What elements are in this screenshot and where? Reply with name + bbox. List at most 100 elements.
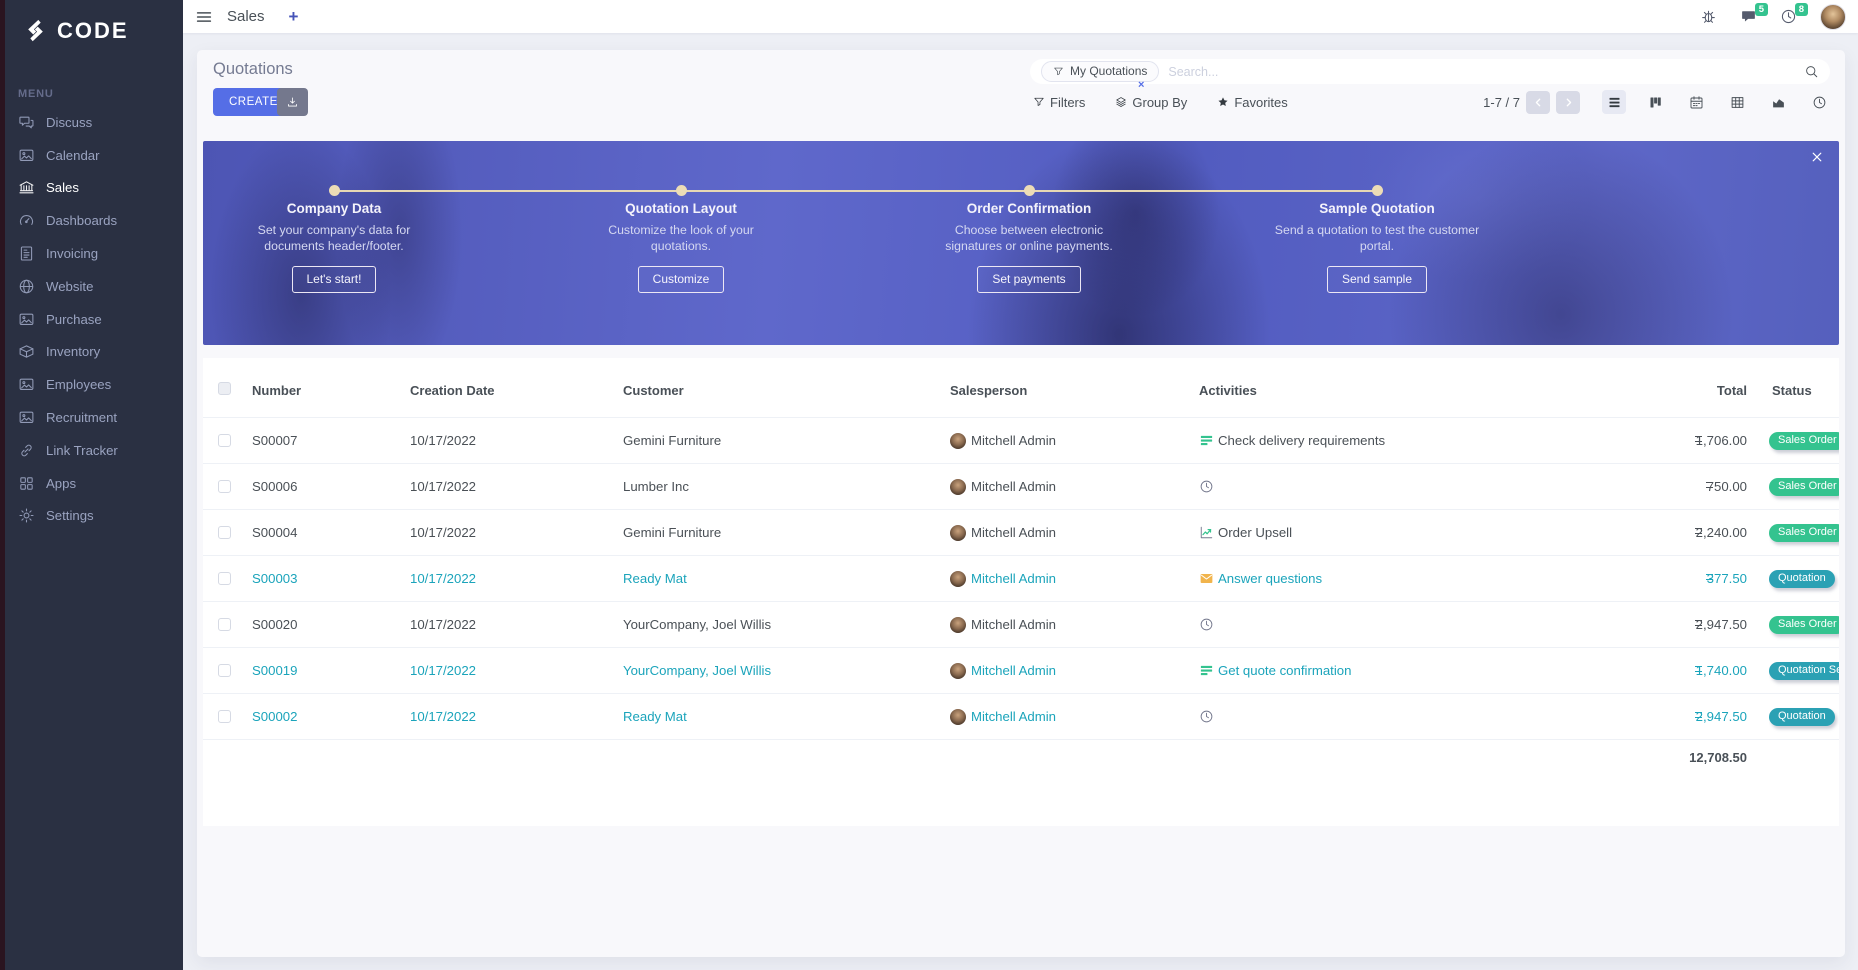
row-salesperson: Mitchell Admin bbox=[950, 464, 1056, 509]
table-row[interactable]: S00003 10/17/2022 Ready Mat Mitchell Adm… bbox=[203, 556, 1839, 602]
favorites-button[interactable]: Favorites bbox=[1217, 95, 1287, 110]
filters-button[interactable]: Filters bbox=[1033, 95, 1085, 110]
pivot-view-button[interactable] bbox=[1725, 90, 1749, 114]
search-bar[interactable]: My Quotations × Search... bbox=[1030, 59, 1830, 84]
hamburger-menu-icon[interactable] bbox=[195, 8, 213, 26]
table-row[interactable]: S00007 10/17/2022 Gemini Furniture Mitch… bbox=[203, 418, 1839, 464]
row-activity[interactable]: Order Upsell bbox=[1199, 510, 1292, 555]
sidebar-item-invoicing[interactable]: Invoicing bbox=[0, 237, 183, 270]
row-activity[interactable] bbox=[1199, 464, 1218, 509]
row-activity[interactable] bbox=[1199, 694, 1218, 739]
upsell-activity-icon bbox=[1199, 525, 1214, 540]
table-row[interactable]: S00004 10/17/2022 Gemini Furniture Mitch… bbox=[203, 510, 1839, 556]
sales-icon bbox=[18, 179, 35, 196]
clock-activity-icon bbox=[1199, 709, 1214, 724]
table-row[interactable]: S00019 10/17/2022 YourCompany, Joel Will… bbox=[203, 648, 1839, 694]
step-title: Sample Quotation bbox=[1255, 201, 1499, 216]
col-header-customer[interactable]: Customer bbox=[623, 383, 684, 398]
link-tracker-icon bbox=[18, 442, 35, 459]
messages-button[interactable]: 5 bbox=[1740, 8, 1757, 25]
activity-view-button[interactable] bbox=[1807, 90, 1831, 114]
row-total: 2,947.50 bbox=[1587, 617, 1747, 632]
row-checkbox[interactable] bbox=[218, 526, 231, 539]
export-button[interactable] bbox=[277, 88, 308, 116]
sidebar-item-label: Inventory bbox=[46, 344, 100, 359]
step-action-button[interactable]: Customize bbox=[638, 266, 725, 293]
debug-bug-icon[interactable] bbox=[1700, 8, 1717, 25]
row-creation-date: 10/17/2022 bbox=[410, 525, 476, 540]
kanban-view-button[interactable] bbox=[1643, 90, 1667, 114]
col-header-status[interactable]: Status bbox=[1772, 383, 1812, 398]
step-action-button[interactable]: Let's start! bbox=[292, 266, 377, 293]
sidebar-item-employees[interactable]: Employees bbox=[0, 368, 183, 401]
sidebar-item-sales[interactable]: Sales bbox=[0, 172, 183, 205]
activities-button[interactable]: 8 bbox=[1780, 8, 1797, 25]
search-icon[interactable] bbox=[1804, 64, 1819, 79]
inventory-icon bbox=[18, 343, 35, 360]
timeline-dot bbox=[329, 185, 340, 196]
sidebar-item-label: Website bbox=[46, 279, 93, 294]
row-activity[interactable]: Answer questions bbox=[1199, 556, 1322, 601]
sidebar-item-link-tracker[interactable]: Link Tracker bbox=[0, 434, 183, 467]
table-row[interactable]: S00002 10/17/2022 Ready Mat Mitchell Adm… bbox=[203, 694, 1839, 740]
search-facet-chip[interactable]: My Quotations × bbox=[1041, 61, 1159, 82]
clock-activity-icon bbox=[1199, 617, 1214, 632]
group-by-button[interactable]: Group By bbox=[1115, 95, 1187, 110]
sidebar-item-purchase[interactable]: Purchase bbox=[0, 303, 183, 336]
user-avatar[interactable] bbox=[1820, 4, 1846, 30]
col-header-activities[interactable]: Activities bbox=[1199, 383, 1257, 398]
sidebar-item-settings[interactable]: Settings bbox=[0, 500, 183, 533]
row-checkbox[interactable] bbox=[218, 480, 231, 493]
sidebar-item-discuss[interactable]: Discuss bbox=[0, 106, 183, 139]
sidebar-item-apps[interactable]: Apps bbox=[0, 467, 183, 500]
row-checkbox[interactable] bbox=[218, 664, 231, 677]
row-creation-date: 10/17/2022 bbox=[410, 571, 476, 586]
table-row[interactable]: S00020 10/17/2022 YourCompany, Joel Will… bbox=[203, 602, 1839, 648]
new-tab-button[interactable]: + bbox=[289, 8, 299, 25]
table-row[interactable]: S00006 10/17/2022 Lumber Inc Mitchell Ad… bbox=[203, 464, 1839, 510]
timeline-dot bbox=[1372, 185, 1383, 196]
facet-label: My Quotations bbox=[1070, 64, 1147, 78]
salesperson-avatar bbox=[950, 663, 966, 679]
calendar-view-button[interactable] bbox=[1684, 90, 1708, 114]
status-badge: Sales Order bbox=[1769, 478, 1839, 496]
row-status: Sales Order bbox=[1769, 523, 1839, 549]
step-description: Set your company's data for documents he… bbox=[231, 223, 437, 255]
col-header-total[interactable]: Total bbox=[1587, 383, 1747, 398]
row-checkbox[interactable] bbox=[218, 572, 231, 585]
banner-close-icon[interactable] bbox=[1810, 150, 1824, 164]
row-activity[interactable]: Check delivery requirements bbox=[1199, 418, 1385, 463]
row-checkbox[interactable] bbox=[218, 618, 231, 631]
sidebar-item-inventory[interactable]: Inventory bbox=[0, 336, 183, 369]
app-logo[interactable]: CODE bbox=[22, 17, 129, 44]
filter-funnel-icon bbox=[1053, 66, 1064, 77]
sidebar-item-label: Sales bbox=[46, 180, 79, 195]
col-header-creation-date[interactable]: Creation Date bbox=[410, 383, 495, 398]
pagination-next-button[interactable] bbox=[1556, 91, 1580, 114]
select-all-checkbox[interactable] bbox=[218, 382, 231, 395]
onboarding-step: Sample Quotation Send a quotation to tes… bbox=[1255, 201, 1499, 293]
activities-count-badge: 8 bbox=[1795, 3, 1808, 16]
col-header-number[interactable]: Number bbox=[252, 383, 301, 398]
step-action-button[interactable]: Set payments bbox=[977, 266, 1080, 293]
row-customer: YourCompany, Joel Willis bbox=[623, 617, 771, 632]
pagination-prev-button[interactable] bbox=[1526, 91, 1550, 114]
sidebar-item-calendar[interactable]: Calendar bbox=[0, 139, 183, 172]
list-view-button[interactable] bbox=[1602, 90, 1626, 114]
sidebar-item-label: Purchase bbox=[46, 312, 102, 327]
timeline-dot bbox=[676, 185, 687, 196]
sidebar-item-recruitment[interactable]: Recruitment bbox=[0, 401, 183, 434]
sidebar-item-website[interactable]: Website bbox=[0, 270, 183, 303]
row-activity[interactable] bbox=[1199, 602, 1218, 647]
row-checkbox[interactable] bbox=[218, 434, 231, 447]
topbar-app-title[interactable]: Sales bbox=[227, 8, 265, 25]
footer-total: 12,708.50 bbox=[1587, 750, 1747, 765]
sidebar-item-dashboards[interactable]: Dashboards bbox=[0, 204, 183, 237]
kanban-view-icon bbox=[1648, 95, 1663, 110]
salesperson-avatar bbox=[950, 479, 966, 495]
row-checkbox[interactable] bbox=[218, 710, 231, 723]
step-action-button[interactable]: Send sample bbox=[1327, 266, 1427, 293]
col-header-salesperson[interactable]: Salesperson bbox=[950, 383, 1027, 398]
row-activity[interactable]: Get quote confirmation bbox=[1199, 648, 1351, 693]
graph-view-button[interactable] bbox=[1766, 90, 1790, 114]
